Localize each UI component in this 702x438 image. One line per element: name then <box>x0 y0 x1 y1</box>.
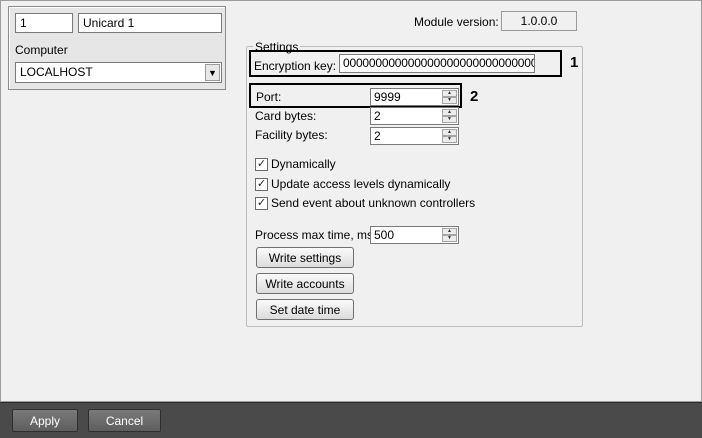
process-max-time-label: Process max time, ms: <box>255 228 377 242</box>
footer-bar: Apply Cancel <box>0 402 702 438</box>
computer-select[interactable]: LOCALHOST ▼ <box>15 62 222 83</box>
spin-up-icon[interactable]: ▲ <box>442 109 457 116</box>
write-settings-button[interactable]: Write settings <box>256 247 354 268</box>
card-bytes-spinner[interactable]: 2 ▲ ▼ <box>370 107 459 125</box>
process-max-time-value: 500 <box>374 228 395 242</box>
apply-button[interactable]: Apply <box>12 409 78 432</box>
callout-number-1: 1 <box>570 54 579 71</box>
spin-down-icon[interactable]: ▼ <box>442 235 457 242</box>
callout-box-2 <box>249 83 462 108</box>
cancel-button[interactable]: Cancel <box>88 409 161 432</box>
spin-down-icon[interactable]: ▼ <box>442 116 457 123</box>
update-access-levels-checkbox[interactable]: ✓ <box>255 177 268 191</box>
facility-bytes-spinner[interactable]: 2 ▲ ▼ <box>370 127 459 145</box>
computer-label: Computer <box>15 43 68 57</box>
dynamically-label: Dynamically <box>271 157 336 171</box>
object-name-field[interactable]: Unicard 1 <box>78 13 222 33</box>
computer-select-value: LOCALHOST <box>20 65 93 79</box>
spin-up-icon[interactable]: ▲ <box>442 228 457 235</box>
object-card: 1 Unicard 1 Computer LOCALHOST ▼ <box>8 6 226 90</box>
process-max-time-spinner[interactable]: 500 ▲ ▼ <box>370 226 459 244</box>
dynamically-checkbox[interactable]: ✓ <box>255 157 268 171</box>
facility-bytes-label: Facility bytes: <box>255 128 328 142</box>
module-version-value: 1.0.0.0 <box>501 11 577 31</box>
update-access-levels-checkbox-row[interactable]: ✓ Update access levels dynamically <box>255 177 450 191</box>
spin-down-icon[interactable]: ▼ <box>442 136 457 143</box>
object-id-field[interactable]: 1 <box>15 13 73 33</box>
set-date-time-button[interactable]: Set date time <box>256 299 354 320</box>
dynamically-checkbox-row[interactable]: ✓ Dynamically <box>255 157 336 171</box>
send-event-unknown-controllers-checkbox-row[interactable]: ✓ Send event about unknown controllers <box>255 196 475 210</box>
chevron-down-icon[interactable]: ▼ <box>205 64 220 81</box>
spin-up-icon[interactable]: ▲ <box>442 129 457 136</box>
write-accounts-button[interactable]: Write accounts <box>256 273 354 294</box>
update-access-levels-label: Update access levels dynamically <box>271 177 451 191</box>
send-event-unknown-controllers-checkbox[interactable]: ✓ <box>255 196 268 210</box>
card-bytes-label: Card bytes: <box>255 109 317 123</box>
facility-bytes-value: 2 <box>374 129 381 143</box>
callout-box-1 <box>249 50 562 77</box>
callout-number-2: 2 <box>470 88 479 105</box>
module-version-label: Module version: <box>414 15 499 29</box>
send-event-unknown-controllers-label: Send event about unknown controllers <box>271 196 476 210</box>
card-bytes-value: 2 <box>374 109 381 123</box>
